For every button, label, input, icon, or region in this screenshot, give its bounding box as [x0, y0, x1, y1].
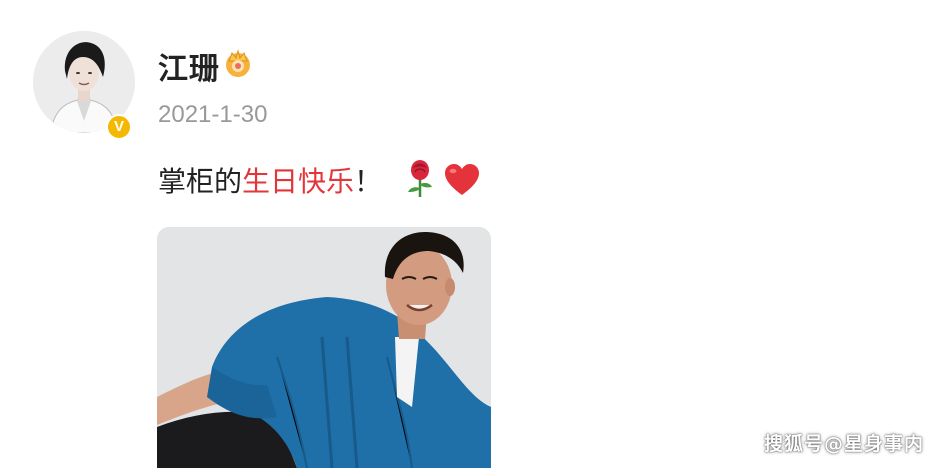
watermark-text: 搜狐号@星身事内: [763, 433, 924, 455]
post-text-highlight: 生日快乐: [242, 165, 355, 198]
post-image[interactable]: [157, 227, 491, 468]
author-name[interactable]: 江珊: [158, 44, 220, 88]
post-text-prefix: 掌柜的: [158, 165, 243, 198]
post-timestamp[interactable]: 2021-1-30: [158, 101, 267, 129]
heart-icon: [445, 164, 479, 195]
crown-icon[interactable]: [222, 47, 254, 79]
post-content: 掌柜的生日快乐！: [158, 160, 382, 200]
rose-icon: [408, 160, 432, 197]
verified-v-icon: V: [106, 114, 132, 140]
post-text-suffix: ！: [354, 165, 383, 198]
